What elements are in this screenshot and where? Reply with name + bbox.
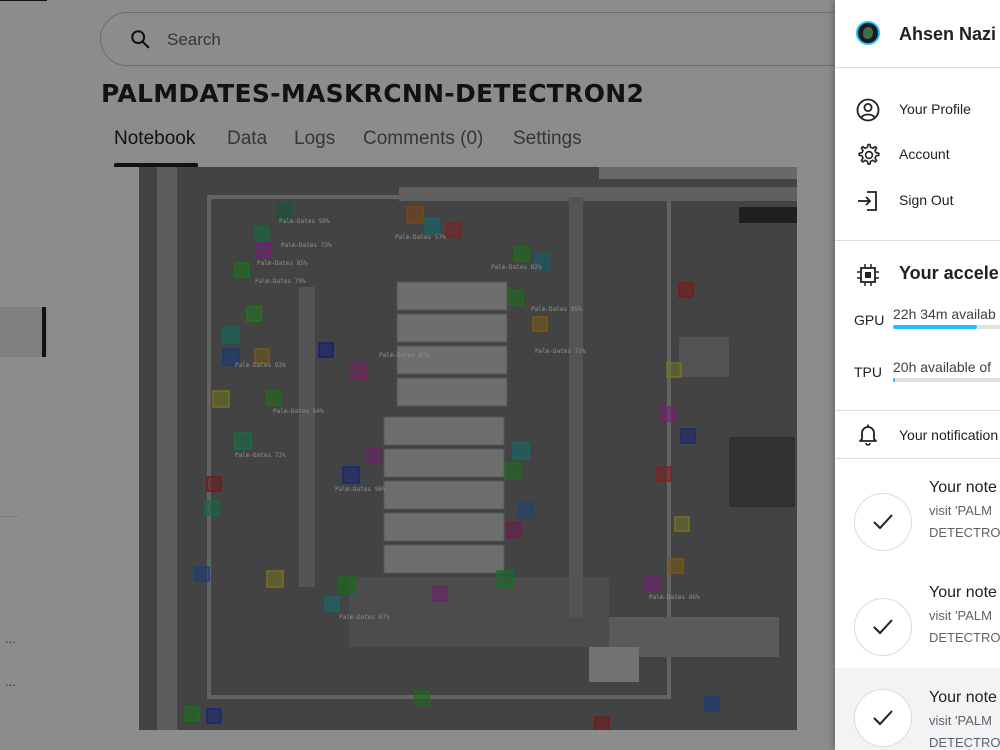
checkmark-icon: [873, 619, 893, 635]
menu-label: Your Profile: [899, 101, 971, 117]
notification-status: [854, 598, 912, 656]
notification-item[interactable]: Your note visit 'PALM DETECTRO: [835, 479, 1000, 583]
user-header[interactable]: Ahsen Nazi: [835, 0, 1000, 68]
notification-title: Your note: [929, 479, 997, 496]
notification-text: DETECTRO: [929, 630, 1000, 645]
notification-title: Your note: [929, 689, 997, 706]
gear-icon: [858, 143, 880, 165]
notification-status: [854, 493, 912, 551]
panel-divider: [835, 410, 1000, 411]
panel-divider: [835, 458, 1000, 459]
checkmark-icon: [873, 710, 893, 726]
chip-icon: [857, 264, 879, 286]
notification-text: visit 'PALM: [929, 608, 992, 623]
notification-item[interactable]: Your note visit 'PALM DETECTRO: [835, 668, 1000, 750]
gpu-label: GPU: [854, 312, 885, 328]
gpu-quota-fill: [893, 325, 977, 329]
checkmark-icon: [873, 514, 893, 530]
menu-sign-out[interactable]: Sign Out: [835, 180, 1000, 220]
notification-status: [854, 689, 912, 747]
tpu-quota-bar: [893, 378, 1000, 382]
tpu-quota-fill: [893, 378, 896, 382]
notification-text: DETECTRO: [929, 525, 1000, 540]
modal-backdrop[interactable]: [0, 0, 835, 750]
tpu-quota-text: 20h available of: [893, 359, 992, 375]
sign-out-icon: [858, 191, 877, 211]
notification-text: visit 'PALM: [929, 713, 992, 728]
panel-divider: [835, 240, 1000, 241]
notification-title: Your note: [929, 584, 997, 601]
notifications-title: Your notification: [899, 427, 999, 443]
notification-text: visit 'PALM: [929, 503, 992, 518]
menu-label: Account: [899, 146, 950, 162]
menu-label: Sign Out: [899, 192, 954, 208]
menu-your-profile[interactable]: Your Profile: [835, 89, 1000, 129]
gpu-quota-text: 22h 34m availab: [893, 306, 996, 322]
avatar: [856, 21, 880, 45]
menu-account[interactable]: Account: [835, 134, 1000, 174]
notification-text: DETECTRO: [929, 735, 1000, 750]
profile-icon: [856, 98, 880, 122]
user-name: Ahsen Nazi: [899, 24, 997, 44]
bell-icon: [859, 424, 877, 446]
accelerator-title: Your accele: [899, 263, 999, 283]
tpu-label: TPU: [854, 364, 882, 380]
user-menu-panel: Ahsen Nazi Your Profile Account Sign Out: [835, 0, 1000, 750]
gpu-quota-bar: [893, 325, 1000, 329]
